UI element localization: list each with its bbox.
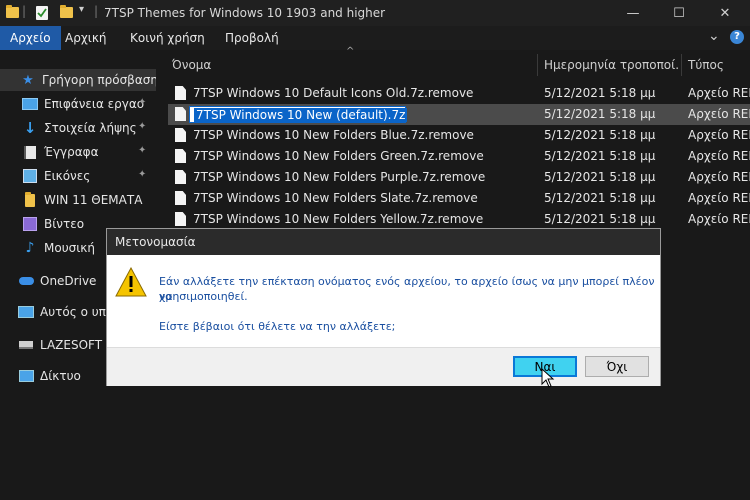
- dialog-question: Είστε βέβαιοι ότι θέλετε να την αλλάξετε…: [159, 320, 396, 333]
- nav-network[interactable]: Δίκτυο: [0, 365, 106, 387]
- close-button[interactable]: ✕: [702, 0, 748, 26]
- nav-this-pc[interactable]: Αυτός ο υπολ: [0, 301, 106, 323]
- file-type: Αρχείο REMOVE: [688, 86, 750, 100]
- nav-label: Μουσική: [44, 241, 95, 255]
- file-date: 5/12/2021 5:18 μμ: [544, 128, 656, 142]
- nav-downloads[interactable]: ↓ Στοιχεία λήψης: [0, 117, 156, 139]
- file-icon: [175, 149, 186, 163]
- file-type: Αρχείο REMOVE: [688, 191, 750, 205]
- file-name: 7TSP Windows 10 New Folders Slate.7z.rem…: [193, 191, 478, 205]
- file-type: Αρχείο REMOVE: [688, 149, 750, 163]
- pin-icon[interactable]: ✦: [138, 121, 146, 132]
- download-icon: ↓: [23, 119, 37, 137]
- nav-pictures[interactable]: Εικόνες: [0, 165, 156, 187]
- file-type: Αρχείο REMOVE: [688, 128, 750, 142]
- file-icon: [175, 128, 186, 142]
- minimize-button[interactable]: —: [610, 0, 656, 26]
- column-divider[interactable]: [681, 54, 682, 76]
- nav-label: Εικόνες: [44, 169, 91, 183]
- file-name: 7TSP Windows 10 New Folders Green.7z.rem…: [193, 149, 484, 163]
- pin-icon[interactable]: ✦: [138, 145, 146, 156]
- file-date: 5/12/2021 5:18 μμ: [544, 107, 656, 121]
- folder-icon: [22, 191, 38, 207]
- file-date: 5/12/2021 5:18 μμ: [544, 170, 656, 184]
- nav-documents[interactable]: Έγγραφα: [0, 141, 156, 163]
- warning-icon: [115, 266, 147, 300]
- tab-home[interactable]: Αρχική: [55, 26, 117, 50]
- file-name: 7TSP Windows 10 New Folders Blue.7z.remo…: [193, 128, 474, 142]
- pin-icon[interactable]: ✦: [138, 97, 146, 108]
- sort-indicator-icon: ^: [346, 46, 355, 57]
- file-icon: [175, 212, 186, 226]
- nav-label: Γρήγορη πρόσβαση: [42, 73, 156, 87]
- file-name: 7TSP Windows 10 New Folders Yellow.7z.re…: [193, 212, 484, 226]
- column-divider[interactable]: [537, 54, 538, 76]
- rename-input-text[interactable]: 7TSP Windows 10 New (default).7z: [194, 108, 408, 122]
- help-icon[interactable]: ?: [730, 30, 744, 44]
- pictures-icon: [22, 169, 38, 183]
- drive-icon: [18, 338, 34, 352]
- cloud-icon: [18, 274, 34, 288]
- rename-input[interactable]: 7TSP Windows 10 New (default).7z: [189, 106, 408, 123]
- separator: |: [94, 4, 99, 18]
- file-type: Αρχείο REMOVE: [688, 212, 750, 226]
- file-date: 5/12/2021 5:18 μμ: [544, 149, 656, 163]
- tab-file[interactable]: Αρχείο: [0, 26, 61, 50]
- window-title: 7TSP Themes for Windows 10 1903 and high…: [104, 6, 386, 20]
- computer-icon: [18, 305, 34, 319]
- folder-icon: [6, 5, 19, 21]
- file-name: 7TSP Windows 10 Default Icons Old.7z.rem…: [193, 86, 474, 100]
- nav-label: Στοιχεία λήψης: [44, 121, 137, 135]
- nav-label: Δίκτυο: [40, 369, 81, 383]
- rename-dialog: Μετονομασία Εάν αλλάξετε την επέκταση ον…: [106, 228, 661, 388]
- nav-label: LAZESOFT (E: [40, 338, 106, 352]
- separator: |: [22, 4, 27, 18]
- no-button[interactable]: Όχι: [585, 356, 649, 377]
- nav-label: WIN 11 ΘΕΜΑΤΑ: [44, 193, 143, 207]
- star-icon: ★: [22, 72, 34, 88]
- pin-icon[interactable]: ✦: [138, 169, 146, 180]
- column-header-date[interactable]: Ημερομηνία τροποποί...: [544, 54, 678, 76]
- file-icon: [175, 86, 186, 100]
- maximize-button[interactable]: ☐: [656, 0, 702, 26]
- tab-view[interactable]: Προβολή: [215, 26, 289, 50]
- file-name: 7TSP Windows 10 New Folders Purple.7z.re…: [193, 170, 486, 184]
- new-folder-icon[interactable]: [60, 5, 73, 21]
- file-date: 5/12/2021 5:18 μμ: [544, 191, 656, 205]
- nav-label: Βίντεο: [44, 217, 85, 231]
- network-icon: [18, 369, 34, 383]
- file-date: 5/12/2021 5:18 μμ: [544, 212, 656, 226]
- column-header-type[interactable]: Τύπος: [688, 54, 724, 76]
- nav-desktop[interactable]: Επιφάνεια εργασ: [0, 93, 156, 115]
- file-icon: [175, 191, 186, 205]
- document-icon: [22, 145, 38, 159]
- nav-label: Έγγραφα: [44, 145, 99, 159]
- file-type: Αρχείο REMOVE: [688, 107, 750, 121]
- dialog-message-line-2: χρησιμοποιηθεί.: [159, 290, 248, 303]
- customize-toolbar-icon[interactable]: ▾: [79, 4, 84, 15]
- ribbon-expand-icon[interactable]: ⌄: [708, 28, 720, 44]
- mouse-cursor-icon: [541, 367, 555, 391]
- music-icon: ♪: [25, 240, 35, 256]
- nav-lazesoft-drive[interactable]: LAZESOFT (E: [0, 334, 106, 356]
- nav-label: Αυτός ο υπολ: [40, 305, 106, 319]
- tab-share[interactable]: Κοινή χρήση: [120, 26, 215, 50]
- properties-icon[interactable]: [36, 6, 48, 20]
- file-type: Αρχείο REMOVE: [688, 170, 750, 184]
- dialog-footer: [107, 347, 660, 386]
- nav-win11-themes[interactable]: WIN 11 ΘΕΜΑΤΑ: [0, 189, 156, 211]
- desktop-icon: [22, 97, 38, 111]
- file-icon: [175, 107, 186, 121]
- file-icon: [175, 170, 186, 184]
- nav-label: OneDrive: [40, 274, 97, 288]
- video-icon: [22, 217, 38, 231]
- dialog-title: Μετονομασία: [107, 229, 660, 255]
- file-date: 5/12/2021 5:18 μμ: [544, 86, 656, 100]
- dialog-body: Εάν αλλάξετε την επέκταση ονόματος ενός …: [107, 255, 660, 347]
- nav-label: Επιφάνεια εργασ: [44, 97, 145, 111]
- column-header-name[interactable]: Όνομα: [172, 54, 211, 76]
- nav-quick-access[interactable]: ★ Γρήγορη πρόσβαση: [0, 69, 156, 91]
